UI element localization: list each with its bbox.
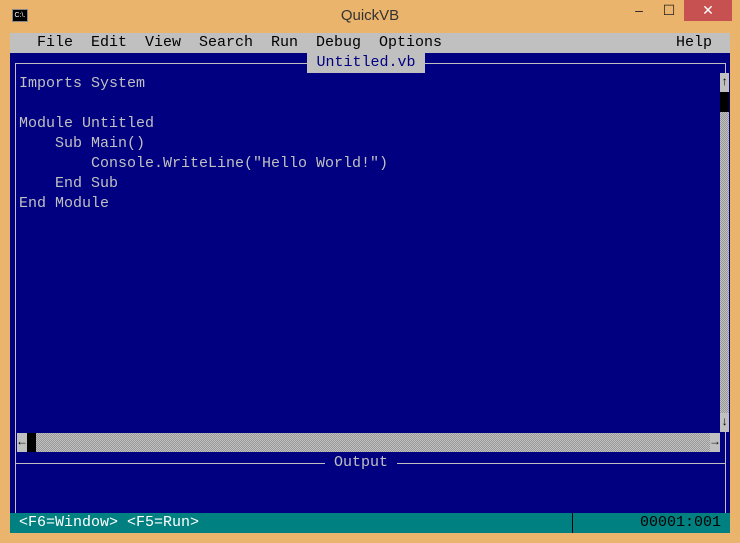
- menu-edit[interactable]: Edit: [91, 33, 127, 53]
- code-line: Console.WriteLine("Hello World!"): [19, 155, 389, 172]
- code-line: Module Untitled: [19, 115, 155, 132]
- scroll-thumb[interactable]: [720, 92, 729, 112]
- code-line: Imports System: [19, 75, 146, 92]
- cursor-position: 00001:001: [639, 514, 721, 531]
- code-line: End Module: [19, 195, 110, 212]
- status-bar: <F6=Window> <F5=Run> 00001:001: [10, 513, 730, 533]
- scroll-up-arrow-icon[interactable]: ↑: [720, 73, 729, 92]
- menu-debug[interactable]: Debug: [316, 33, 361, 53]
- status-divider: [572, 513, 573, 533]
- scroll-right-arrow-icon[interactable]: →: [710, 433, 720, 452]
- client-area: File Edit View Search Run Debug Options …: [10, 33, 730, 533]
- menu-options[interactable]: Options: [379, 33, 442, 53]
- menu-run[interactable]: Run: [271, 33, 298, 53]
- scroll-down-arrow-icon[interactable]: ↓: [720, 413, 729, 432]
- editor-tab-title[interactable]: Untitled.vb: [307, 53, 425, 73]
- menu-help[interactable]: Help: [676, 33, 712, 53]
- title-bar: C:\. QuickVB – ☐ ✕: [0, 0, 740, 33]
- menu-bar: File Edit View Search Run Debug Options …: [10, 33, 730, 53]
- menu-search[interactable]: Search: [199, 33, 253, 53]
- horizontal-scrollbar[interactable]: ← →: [17, 433, 720, 452]
- vertical-scrollbar[interactable]: ↑ ↓: [720, 73, 729, 432]
- minimize-button[interactable]: –: [624, 0, 654, 21]
- menu-view[interactable]: View: [145, 33, 181, 53]
- close-button[interactable]: ✕: [684, 0, 732, 21]
- code-line: End Sub: [19, 175, 119, 192]
- output-pane[interactable]: [15, 464, 726, 513]
- scroll-thumb[interactable]: [27, 433, 36, 452]
- menu-file[interactable]: File: [37, 33, 73, 53]
- status-hints: <F6=Window> <F5=Run>: [19, 514, 200, 531]
- code-line: Sub Main(): [19, 135, 146, 152]
- maximize-button[interactable]: ☐: [654, 0, 684, 21]
- scroll-left-arrow-icon[interactable]: ←: [17, 433, 27, 452]
